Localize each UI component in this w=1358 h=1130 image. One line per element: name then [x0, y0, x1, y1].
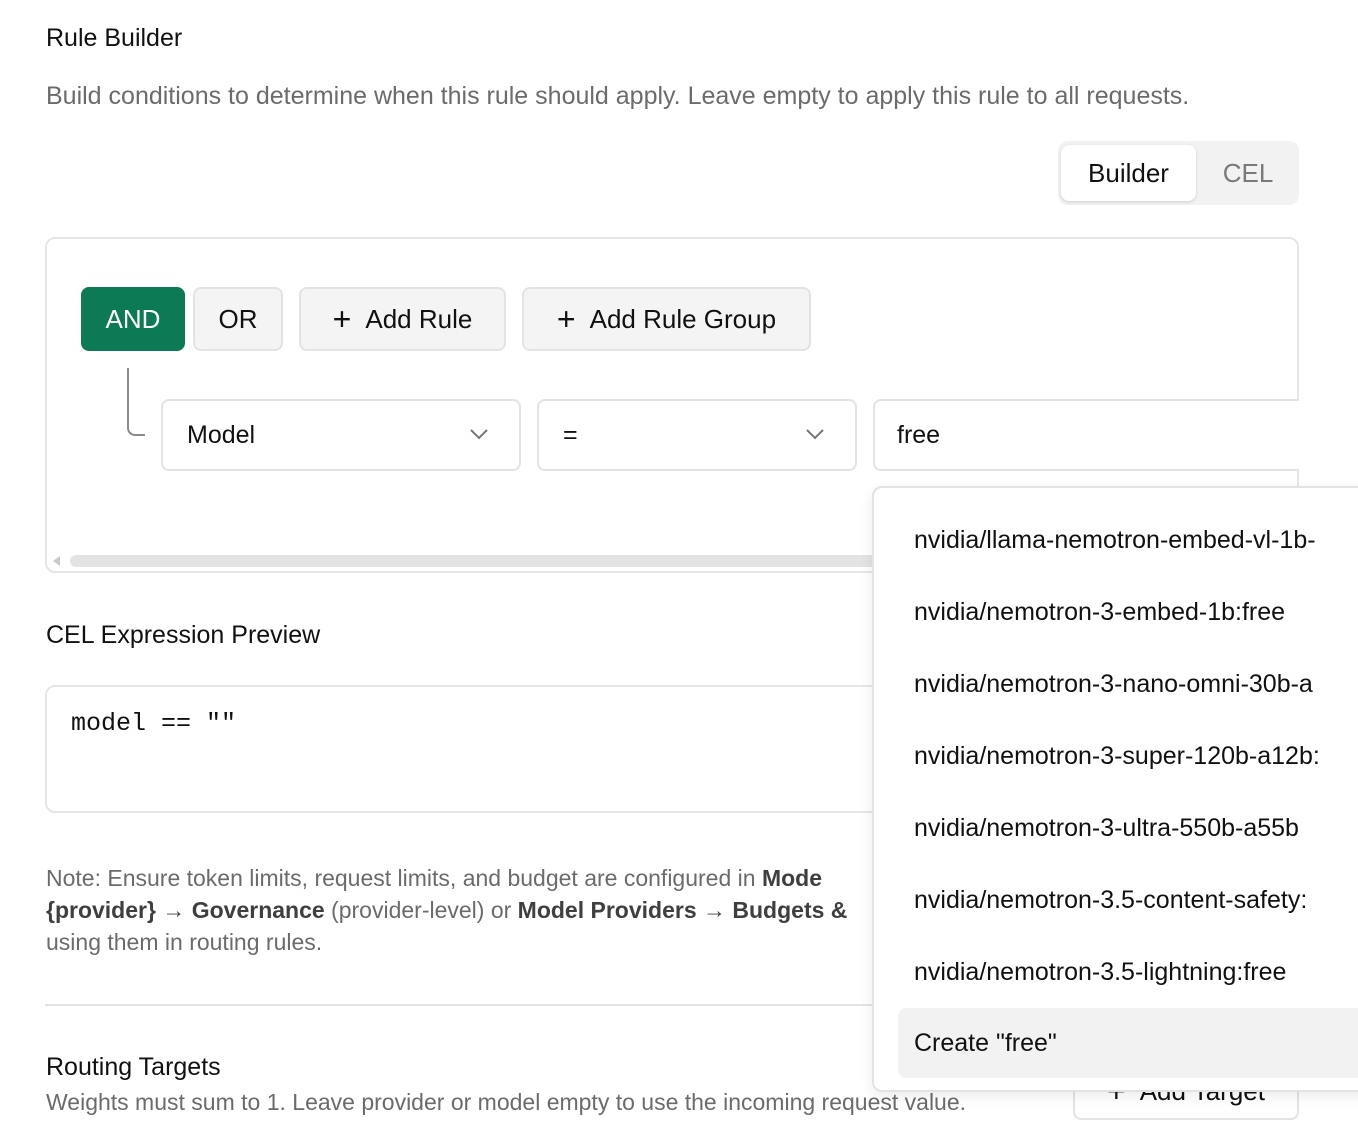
arrow-right-icon: →: [162, 897, 186, 923]
rule-builder-title: Rule Builder: [46, 24, 183, 52]
tab-cel-label: CEL: [1222, 157, 1274, 188]
create-option[interactable]: Create "free": [898, 1008, 1358, 1078]
chevron-down-icon: [470, 429, 488, 440]
and-label: AND: [105, 303, 161, 334]
dropdown-option[interactable]: nvidia/nemotron-3-ultra-550b-a55b: [914, 814, 1299, 843]
create-option-label: Create "free": [914, 1029, 1057, 1057]
chevron-down-icon: [806, 429, 824, 440]
dropdown-option[interactable]: nvidia/nemotron-3-embed-1b:free: [914, 598, 1285, 627]
note-bold-provider: {provider}: [46, 897, 156, 923]
model-options-dropdown: nvidia/llama-nemotron-embed-vl-1b- nvidi…: [872, 486, 1358, 1092]
dropdown-option[interactable]: nvidia/nemotron-3.5-lightning:free: [914, 958, 1286, 987]
and-combinator-button[interactable]: AND: [81, 287, 185, 351]
or-combinator-button[interactable]: OR: [193, 287, 283, 351]
dropdown-option[interactable]: nvidia/nemotron-3.5-content-safety:: [914, 886, 1307, 915]
value-input[interactable]: free: [873, 399, 1299, 471]
note-bold-models: Mode: [761, 865, 822, 891]
add-rule-group-label: Add Rule Group: [589, 303, 777, 334]
tree-connector: [127, 368, 145, 436]
horizontal-scrollbar[interactable]: [70, 555, 890, 567]
tab-builder[interactable]: Builder: [1061, 145, 1196, 201]
field-select-value: Model: [187, 420, 256, 449]
plus-icon: +: [556, 301, 576, 337]
value-input-text: free: [897, 420, 941, 449]
add-rule-label: Add Rule: [365, 303, 473, 334]
field-select[interactable]: Model: [161, 399, 521, 471]
arrow-right-icon: →: [703, 897, 726, 923]
cel-preview-box: model == "": [45, 685, 905, 813]
operator-select[interactable]: =: [537, 399, 857, 471]
or-label: OR: [218, 303, 258, 334]
note-bold-budgets: Budgets &: [732, 897, 848, 923]
rule-builder-description: Build conditions to determine when this …: [46, 82, 1190, 110]
operator-select-value: =: [563, 420, 578, 449]
add-rule-button[interactable]: + Add Rule: [299, 287, 506, 351]
note-bold-model-providers: Model Providers: [517, 897, 697, 923]
routing-targets-title: Routing Targets: [46, 1053, 221, 1081]
note-mid: (provider-level) or: [324, 897, 518, 923]
plus-icon: +: [332, 301, 352, 337]
note-line3: using them in routing rules.: [46, 929, 323, 955]
scroll-left-arrow-icon[interactable]: [53, 556, 60, 566]
cel-preview-title: CEL Expression Preview: [46, 621, 321, 649]
add-rule-group-button[interactable]: + Add Rule Group: [522, 287, 811, 351]
note-prefix: Note: Ensure token limits, request limit…: [46, 865, 762, 891]
note-bold-governance: Governance: [191, 897, 325, 923]
note-text: Note: Ensure token limits, request limit…: [46, 862, 906, 958]
cel-expression: model == "": [71, 709, 237, 738]
dropdown-option[interactable]: nvidia/nemotron-3-nano-omni-30b-a: [914, 670, 1313, 699]
tab-builder-label: Builder: [1088, 157, 1169, 188]
routing-targets-description: Weights must sum to 1. Leave provider or…: [46, 1089, 967, 1115]
dropdown-option[interactable]: nvidia/nemotron-3-super-120b-a12b:: [914, 742, 1320, 771]
dropdown-option[interactable]: nvidia/llama-nemotron-embed-vl-1b-: [914, 526, 1316, 555]
tab-cel[interactable]: CEL: [1198, 145, 1298, 201]
mode-toggle: Builder CEL: [1058, 141, 1299, 205]
